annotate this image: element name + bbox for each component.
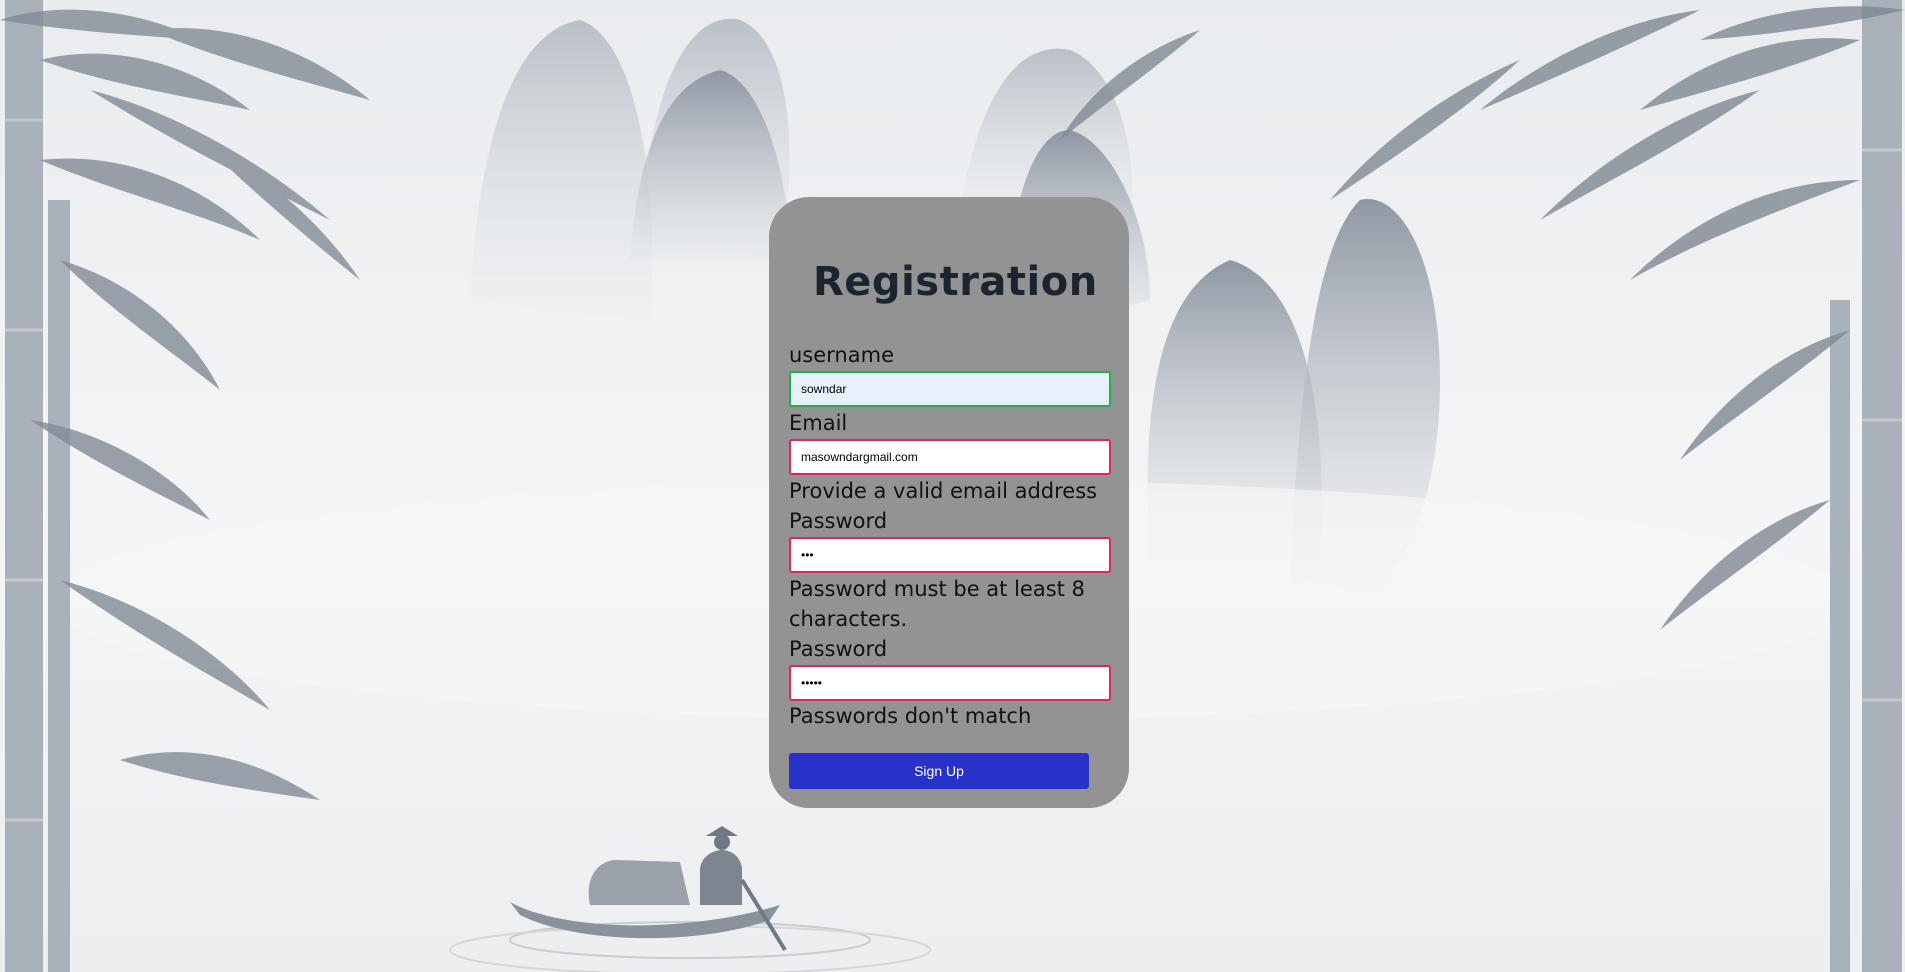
sign-up-button[interactable]: Sign Up [789, 753, 1089, 789]
password-error-text: Password must be at least 8 characters. [789, 577, 1085, 631]
username-label: username [789, 343, 894, 367]
confirm-password-label: Password [789, 637, 888, 661]
registration-title: Registration [813, 259, 1098, 305]
username-input[interactable] [789, 371, 1111, 407]
registration-card: Registration username Email Provide a va… [769, 197, 1129, 808]
confirm-password-input[interactable] [789, 665, 1111, 701]
password-input[interactable] [789, 537, 1111, 573]
password-label: Password [789, 509, 888, 533]
email-label: Email [789, 411, 848, 435]
email-input[interactable] [789, 439, 1111, 475]
email-error-text: Provide a valid email address [789, 479, 1098, 503]
confirm-password-error-text: Passwords don't match [789, 704, 1032, 728]
